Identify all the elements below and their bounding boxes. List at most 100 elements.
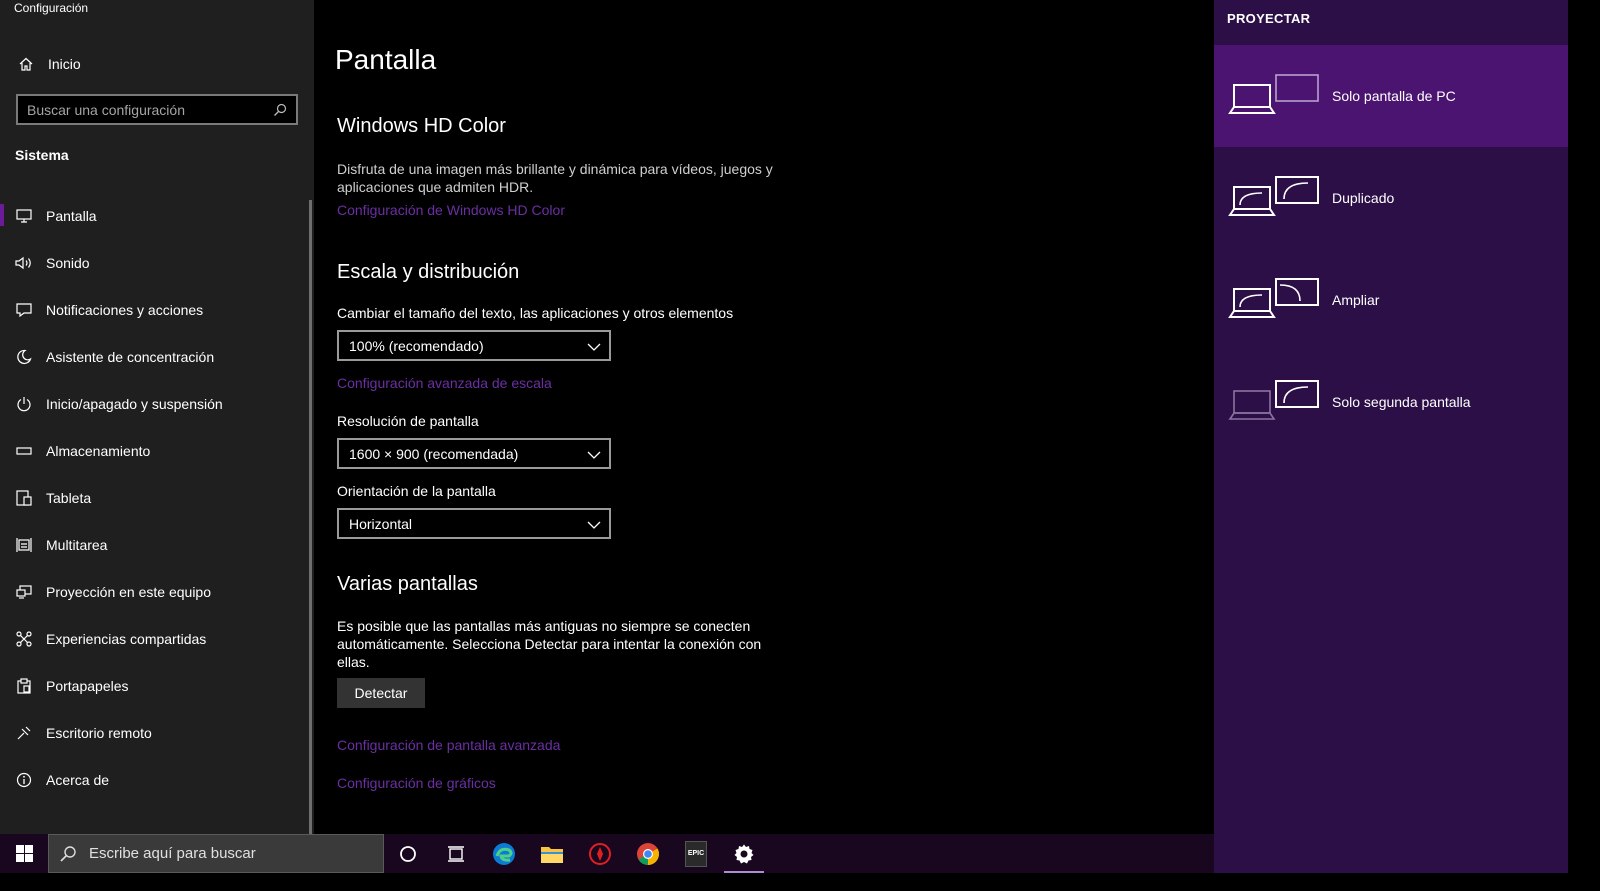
project-option-label: Ampliar — [1332, 292, 1380, 308]
sidebar-item-sonido[interactable]: Sonido — [0, 239, 314, 286]
taskbar-search[interactable]: Escribe aquí para buscar — [48, 834, 384, 873]
sidebar-item-label: Experiencias compartidas — [46, 630, 207, 647]
main-content: Pantalla Windows HD Color Disfruta de un… — [314, 0, 1214, 834]
project-option-pc-only[interactable]: Solo pantalla de PC — [1214, 45, 1568, 147]
sidebar-scrollbar[interactable] — [309, 200, 312, 840]
sidebar-item-label: Sonido — [46, 254, 90, 271]
speaker-icon — [15, 254, 33, 272]
text-size-label: Cambiar el tamaño del texto, las aplicac… — [337, 305, 734, 321]
sidebar-item-tableta[interactable]: Tableta — [0, 474, 314, 521]
sidebar-item-pantalla[interactable]: Pantalla — [0, 192, 314, 239]
shared-icon — [15, 630, 33, 648]
chevron-down-icon — [587, 446, 601, 462]
clipboard-icon — [15, 677, 33, 695]
sidebar-item-label: Notificaciones y acciones — [46, 301, 204, 318]
nav-home-label: Inicio — [48, 56, 81, 72]
sidebar-item-label: Tableta — [46, 489, 92, 506]
edge-icon[interactable] — [480, 834, 528, 873]
text-size-value: 100% (recomendado) — [349, 337, 484, 354]
sidebar-item-label: Almacenamiento — [46, 442, 151, 459]
monitor-icon — [15, 207, 33, 225]
epic-games-icon[interactable]: EPIC — [672, 834, 720, 873]
nav-home[interactable]: Inicio — [0, 48, 314, 80]
search-icon — [59, 845, 81, 863]
project-option-label: Duplicado — [1332, 190, 1395, 206]
chevron-down-icon — [587, 338, 601, 354]
sidebar-item-escritorio-remoto[interactable]: Escritorio remoto — [0, 709, 314, 756]
projection-icon — [15, 583, 33, 601]
graphics-settings-link[interactable]: Configuración de gráficos — [337, 775, 496, 791]
resolution-value: 1600 × 900 (recomendada) — [349, 445, 519, 462]
settings-icon[interactable] — [720, 834, 768, 873]
project-option-extend[interactable]: Ampliar — [1214, 249, 1568, 351]
orientation-label: Orientación de la pantalla — [337, 483, 496, 499]
sidebar-item-acerca-de[interactable]: Acerca de — [0, 756, 314, 803]
hd-color-heading: Windows HD Color — [337, 115, 506, 137]
orientation-dropdown[interactable]: Horizontal — [337, 508, 611, 539]
settings-search[interactable] — [16, 94, 298, 125]
task-view-icon[interactable] — [432, 834, 480, 873]
project-option-second-only[interactable]: Solo segunda pantalla — [1214, 351, 1568, 453]
sidebar-item-label: Multitarea — [46, 536, 108, 553]
sidebar-item-label: Proyección en este equipo — [46, 583, 211, 600]
detect-button[interactable]: Detectar — [337, 678, 425, 708]
taskbar: Escribe aquí para buscar EPIC — [0, 834, 1214, 873]
sidebar-item-asistente[interactable]: Asistente de concentración — [0, 333, 314, 380]
duplicate-icon — [1228, 176, 1319, 216]
moon-icon — [15, 348, 33, 366]
tablet-icon — [15, 489, 33, 507]
resolution-label: Resolución de pantalla — [337, 413, 479, 429]
chevron-down-icon — [587, 516, 601, 532]
sidebar-item-label: Pantalla — [46, 207, 97, 224]
sidebar-item-label: Asistente de concentración — [46, 348, 215, 365]
remote-icon — [15, 724, 33, 742]
chrome-icon[interactable] — [624, 834, 672, 873]
advanced-display-link[interactable]: Configuración de pantalla avanzada — [337, 737, 560, 753]
project-option-duplicate[interactable]: Duplicado — [1214, 147, 1568, 249]
sidebar-item-label: Acerca de — [46, 771, 110, 788]
second-screen-only-icon — [1228, 380, 1319, 420]
pc-only-icon — [1228, 74, 1319, 114]
sidebar-item-experiencias[interactable]: Experiencias compartidas — [0, 615, 314, 662]
notification-icon — [15, 301, 33, 319]
sidebar-nav: Pantalla Sonido Notificaciones y accione… — [0, 192, 314, 803]
project-panel-title: PROYECTAR — [1227, 11, 1311, 26]
info-icon — [15, 771, 33, 789]
orientation-value: Horizontal — [349, 515, 413, 532]
sidebar-item-label: Portapapeles — [46, 677, 129, 694]
sidebar: Configuración Inicio Sistema Pantalla So… — [0, 0, 314, 851]
taskbar-search-placeholder: Escribe aquí para buscar — [89, 845, 256, 862]
sidebar-item-portapapeles[interactable]: Portapapeles — [0, 662, 314, 709]
hd-color-description: Disfruta de una imagen más brillante y d… — [337, 161, 773, 195]
settings-search-input[interactable] — [18, 101, 270, 118]
hd-color-settings-link[interactable]: Configuración de Windows HD Color — [337, 202, 565, 218]
project-panel: PROYECTAR Solo pantalla de PC Duplicado … — [1214, 0, 1568, 873]
epic-games-logo: EPIC — [685, 840, 707, 867]
section-label: Sistema — [15, 147, 69, 163]
project-option-label: Solo pantalla de PC — [1332, 88, 1456, 104]
multi-display-description: Es posible que las pantallas más antigua… — [337, 618, 762, 670]
sidebar-item-proyeccion[interactable]: Proyección en este equipo — [0, 568, 314, 615]
game-icon[interactable] — [576, 834, 624, 873]
home-icon — [16, 54, 36, 74]
sidebar-item-notificaciones[interactable]: Notificaciones y acciones — [0, 286, 314, 333]
sidebar-item-almacenamiento[interactable]: Almacenamiento — [0, 427, 314, 474]
file-explorer-icon[interactable] — [528, 834, 576, 873]
multi-display-heading: Varias pantallas — [337, 573, 478, 595]
page-title: Pantalla — [335, 44, 437, 75]
sidebar-item-label: Inicio/apagado y suspensión — [46, 395, 223, 412]
window-title: Configuración — [14, 1, 89, 15]
scale-heading: Escala y distribución — [337, 261, 520, 283]
windows-start-icon[interactable] — [0, 834, 48, 873]
resolution-dropdown[interactable]: 1600 × 900 (recomendada) — [337, 438, 611, 469]
project-option-label: Solo segunda pantalla — [1332, 394, 1471, 410]
text-size-dropdown[interactable]: 100% (recomendado) — [337, 330, 611, 361]
cortana-icon[interactable] — [384, 834, 432, 873]
bottom-strip — [0, 873, 1568, 891]
power-icon — [15, 395, 33, 413]
search-icon[interactable] — [270, 100, 290, 120]
sidebar-item-label: Escritorio remoto — [46, 724, 152, 741]
sidebar-item-multitarea[interactable]: Multitarea — [0, 521, 314, 568]
advanced-scale-link[interactable]: Configuración avanzada de escala — [337, 375, 552, 391]
sidebar-item-inicio-apagado[interactable]: Inicio/apagado y suspensión — [0, 380, 314, 427]
